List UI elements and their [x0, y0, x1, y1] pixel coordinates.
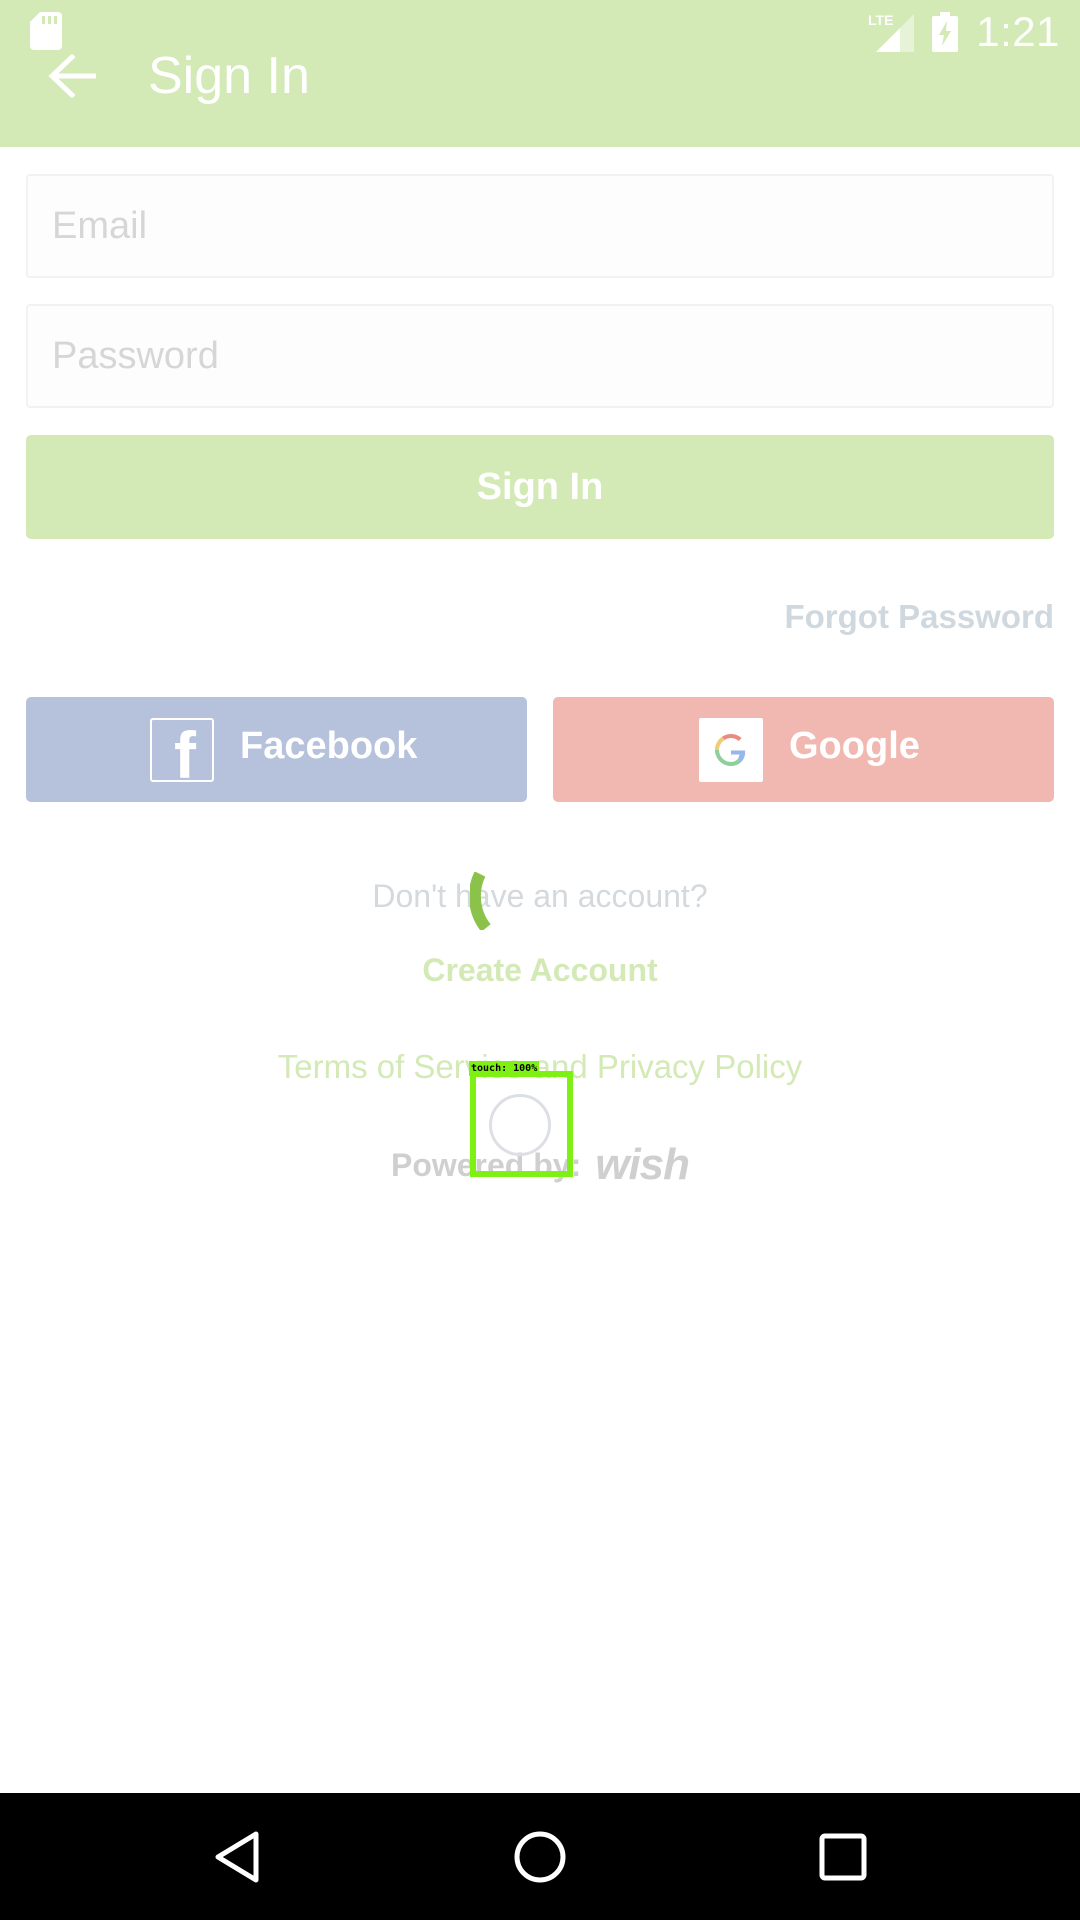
facebook-button-label: Facebook	[240, 725, 418, 767]
recents-square-icon	[819, 1833, 867, 1880]
status-icons: LTE 1:21	[868, 8, 1060, 56]
google-button-label: Google	[789, 725, 920, 767]
page-title: Sign In	[148, 47, 310, 105]
google-button[interactable]: Google	[553, 697, 1054, 802]
password-field[interactable]	[26, 304, 1054, 408]
sign-in-button[interactable]: Sign In	[26, 435, 1054, 539]
sign-in-button-label: Sign In	[476, 465, 604, 508]
home-circle-icon	[514, 1831, 566, 1882]
email-field[interactable]	[26, 174, 1054, 278]
facebook-button[interactable]: f Facebook	[26, 697, 527, 802]
facebook-icon: f	[150, 718, 214, 782]
nav-recents-button[interactable]	[763, 1793, 923, 1920]
status-time: 1:21	[976, 8, 1060, 55]
no-account-text: Don't have an account?	[372, 878, 708, 914]
loading-spinner-icon	[470, 872, 491, 930]
signal-icon: LTE	[868, 12, 915, 52]
navigation-bar	[0, 1793, 1080, 1920]
wish-logo: wish	[595, 1140, 690, 1189]
touch-indicator-label: touch: 100%	[469, 1061, 539, 1076]
nav-back-button[interactable]	[157, 1793, 317, 1920]
back-triangle-icon	[215, 1831, 259, 1882]
forgot-password-link[interactable]: Forgot Password	[784, 598, 1054, 636]
arrow-back-icon	[48, 54, 96, 98]
google-icon	[699, 718, 763, 782]
battery-charging-icon	[932, 12, 959, 52]
app-bar: LTE 1:21 Sign In	[0, 0, 1080, 147]
touch-indicator-box	[470, 1071, 573, 1177]
back-button[interactable]	[40, 44, 104, 108]
nav-home-button[interactable]	[460, 1793, 620, 1920]
network-type-label: LTE	[868, 12, 893, 28]
create-account-link[interactable]: Create Account	[0, 952, 1080, 989]
